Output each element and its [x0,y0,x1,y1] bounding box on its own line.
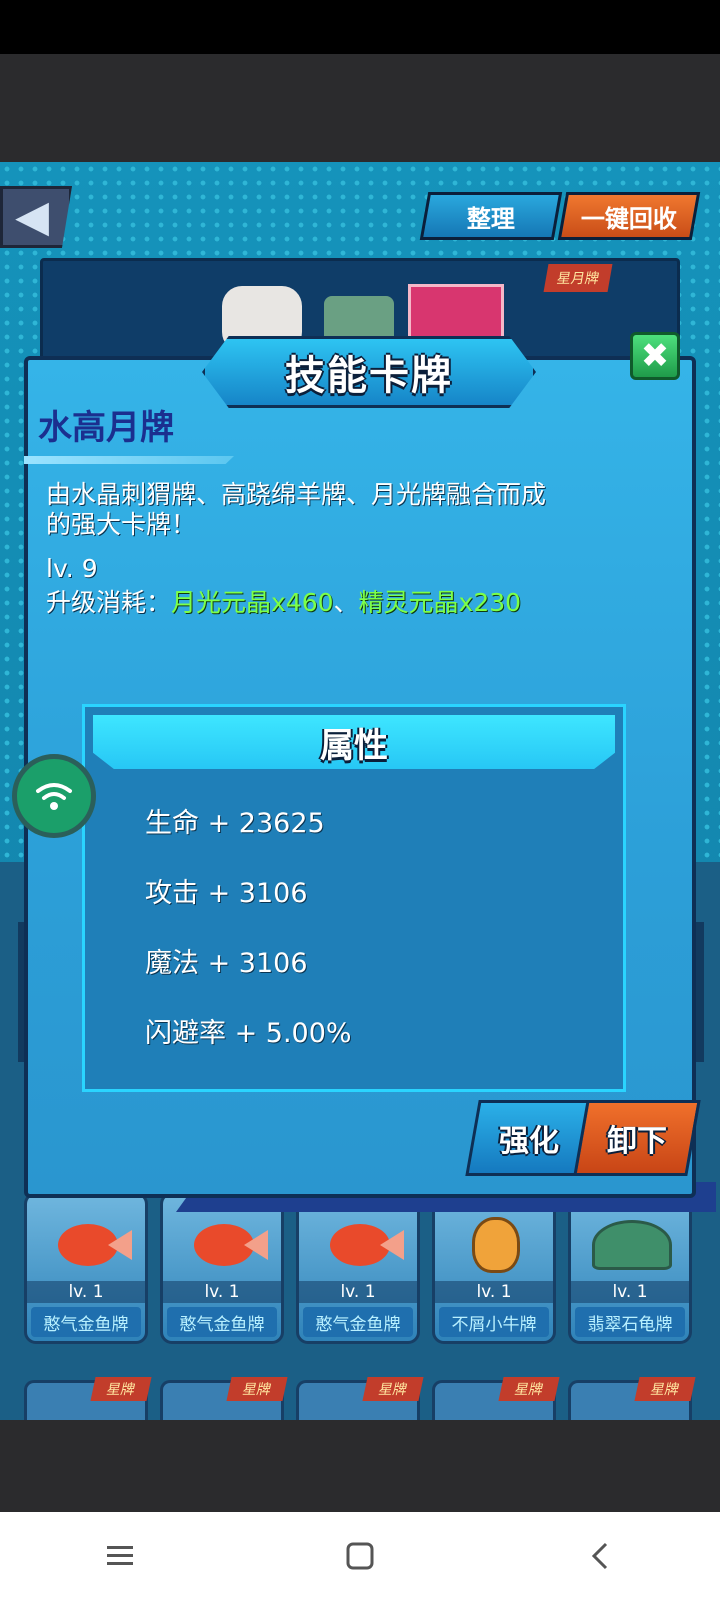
system-nav-bar [0,1512,720,1600]
goldfish-icon [179,1207,269,1283]
unequip-button[interactable]: 卸下 [573,1100,701,1176]
home-icon[interactable] [340,1536,380,1576]
card-item[interactable]: lv. 1 憨气金鱼牌 [24,1192,148,1344]
back-arrow-icon: ◀ [15,191,49,242]
calf-icon [451,1207,541,1283]
attributes-panel: 属性 生命 + 23625 攻击 + 3106 魔法 + 3106 闪避率 + … [82,704,626,1092]
card-name: 憨气金鱼牌 [303,1307,413,1337]
card-level: lv. 1 [435,1281,553,1303]
enhance-button[interactable]: 强化 [465,1100,593,1176]
letterbox-top [0,54,720,162]
close-button[interactable]: ✖ [630,332,680,380]
card-item-partial[interactable]: 星牌 [160,1377,288,1420]
attributes-header: 属性 [93,715,615,769]
card-item[interactable]: lv. 1 憨气金鱼牌 [296,1192,420,1344]
card-tag: 星牌 [241,1382,273,1398]
attr-attack: 攻击 + 3106 [145,878,308,909]
cost-item-spirit-crystal: 精灵元晶x230 [358,588,522,617]
card-item-partial[interactable]: 星牌 [432,1377,560,1420]
card-item-partial[interactable]: 星牌 [568,1377,696,1420]
dialog-title: 技能卡牌 [285,353,453,399]
goldfish-icon [315,1207,405,1283]
sort-button-label: 整理 [467,204,515,233]
card-item[interactable]: lv. 1 翡翠石龟牌 [568,1192,692,1344]
turtle-icon [587,1207,677,1283]
card-description: 由水晶刺猬牌、高跷绵羊牌、月光牌融合而成的强大卡牌！ [46,480,547,539]
card-tag: 星牌 [649,1382,681,1398]
attr-dodge: 闪避率 + 5.00% [145,1018,352,1049]
wifi-float-button[interactable] [12,754,96,838]
card-name: 憨气金鱼牌 [167,1307,277,1337]
card-item-partial[interactable]: 星牌 [24,1377,152,1420]
wifi-icon [36,783,72,810]
dialog-title-banner: 技能卡牌 [202,336,536,408]
menu-icon[interactable] [100,1536,140,1576]
card-item-partial[interactable]: 星牌 [296,1377,424,1420]
card-item[interactable]: lv. 1 不屑小牛牌 [432,1192,556,1344]
card-type-tag-label: 星月牌 [555,271,601,287]
cost-item-moon-crystal: 月光元晶x460 [171,588,334,617]
screen: ◀ 整理 一键回收 星月牌 lv. 1 憨气金鱼牌 lv. 1 憨气金鱼牌 lv… [0,0,720,1600]
goldfish-icon [43,1207,133,1283]
card-level: lv. 1 [163,1281,281,1303]
attributes-title: 属性 [320,725,388,766]
card-level-text: lv. 9 [46,554,98,583]
card-level: lv. 1 [27,1281,145,1303]
card-tag: 星牌 [513,1382,545,1398]
sort-button[interactable]: 整理 [419,192,563,240]
card-level: lv. 1 [299,1281,417,1303]
unequip-button-label: 卸下 [607,1124,667,1159]
card-name: 憨气金鱼牌 [31,1307,141,1337]
card-item[interactable]: lv. 1 憨气金鱼牌 [160,1192,284,1344]
card-tag: 星牌 [105,1382,137,1398]
upgrade-cost: 升级消耗：月光元晶x460、精灵元晶x230 [46,588,566,618]
skill-card-dialog: 技能卡牌 ✖ 水高月牌 由水晶刺猬牌、高跷绵羊牌、月光牌融合而成的强大卡牌！ l… [24,332,716,1212]
card-type-tag: 星月牌 [543,264,613,292]
attr-magic: 魔法 + 3106 [145,948,308,979]
card-name: 翡翠石龟牌 [575,1307,685,1337]
upgrade-cost-label: 升级消耗： [46,588,172,617]
recycle-all-button[interactable]: 一键回收 [557,192,701,240]
back-button[interactable]: ◀ [0,186,72,248]
card-title: 水高月牌 [38,408,174,448]
card-tag: 星牌 [377,1382,409,1398]
title-underline [24,456,234,464]
enhance-button-label: 强化 [499,1124,559,1159]
letterbox-bottom [0,1420,720,1512]
recycle-button-label: 一键回收 [581,204,677,233]
cost-separator: 、 [333,588,359,617]
back-nav-icon[interactable] [580,1536,620,1576]
close-icon: ✖ [640,336,670,376]
attr-hp: 生命 + 23625 [145,808,325,839]
card-name: 不屑小牛牌 [439,1307,549,1337]
card-level: lv. 1 [571,1281,689,1303]
